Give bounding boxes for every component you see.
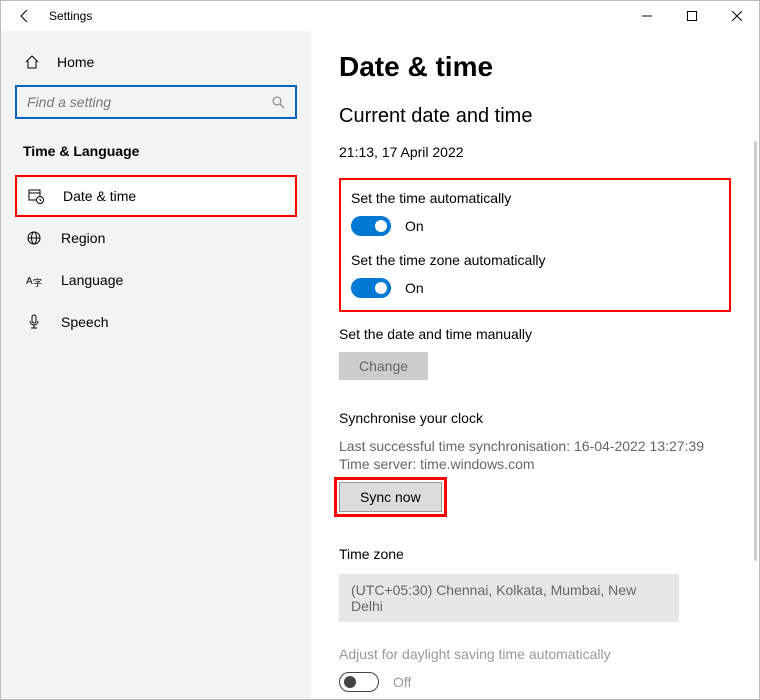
window-title: Settings — [49, 9, 92, 23]
sync-now-button[interactable]: Sync now — [339, 482, 442, 512]
home-link[interactable]: Home — [15, 43, 311, 81]
nav-list: Date & time Region A字 Language Speech — [15, 175, 311, 343]
home-label: Home — [57, 54, 94, 70]
svg-text:字: 字 — [33, 277, 42, 288]
change-button: Change — [339, 352, 428, 380]
page-subtitle: Current date and time — [339, 105, 731, 128]
toggle-dst — [339, 672, 379, 692]
microphone-icon — [25, 313, 43, 331]
toggle-time-auto[interactable] — [351, 216, 391, 236]
search-icon — [269, 93, 287, 111]
calendar-clock-icon — [27, 187, 45, 205]
current-datetime: 21:13, 17 April 2022 — [339, 144, 731, 160]
nav-label: Date & time — [63, 188, 136, 204]
toggle-tz-auto-label: Set the time zone automatically — [351, 252, 719, 268]
back-button[interactable] — [13, 4, 37, 28]
tz-label: Time zone — [339, 546, 731, 562]
nav-label: Language — [61, 272, 123, 288]
search-box[interactable] — [15, 85, 297, 119]
toggle-time-auto-label: Set the time automatically — [351, 190, 719, 206]
page-title: Date & time — [339, 51, 731, 83]
sync-title: Synchronise your clock — [339, 410, 731, 426]
nav-label: Speech — [61, 314, 108, 330]
close-button[interactable] — [714, 1, 759, 31]
window-controls — [624, 1, 759, 31]
nav-item-language[interactable]: A字 Language — [15, 259, 297, 301]
nav-item-speech[interactable]: Speech — [15, 301, 297, 343]
main-panel: Date & time Current date and time 21:13,… — [311, 31, 759, 699]
highlight-box-toggles: Set the time automatically On Set the ti… — [339, 178, 731, 312]
sync-last: Last successful time synchronisation: 16… — [339, 438, 731, 454]
settings-window: Settings Home Time & Language Date & tim… — [0, 0, 760, 700]
scrollbar[interactable] — [754, 141, 757, 561]
toggle-tz-auto-state: On — [405, 280, 424, 296]
globe-icon — [25, 229, 43, 247]
nav-item-date-time[interactable]: Date & time — [15, 175, 297, 217]
toggle-tz-auto[interactable] — [351, 278, 391, 298]
nav-label: Region — [61, 230, 105, 246]
titlebar: Settings — [1, 1, 759, 31]
sync-server: Time server: time.windows.com — [339, 456, 731, 472]
toggle-time-auto-state: On — [405, 218, 424, 234]
minimize-button[interactable] — [624, 1, 669, 31]
sidebar: Home Time & Language Date & time Region … — [1, 31, 311, 699]
nav-item-region[interactable]: Region — [15, 217, 297, 259]
home-icon — [23, 53, 41, 71]
timezone-select: (UTC+05:30) Chennai, Kolkata, Mumbai, Ne… — [339, 574, 679, 622]
svg-text:A: A — [26, 276, 33, 287]
manual-label: Set the date and time manually — [339, 326, 731, 342]
category-header: Time & Language — [15, 133, 311, 175]
maximize-button[interactable] — [669, 1, 714, 31]
language-icon: A字 — [25, 271, 43, 289]
search-input[interactable] — [15, 85, 297, 119]
content-area: Home Time & Language Date & time Region … — [1, 31, 759, 699]
toggle-dst-state: Off — [393, 674, 411, 690]
dst-label: Adjust for daylight saving time automati… — [339, 646, 731, 662]
